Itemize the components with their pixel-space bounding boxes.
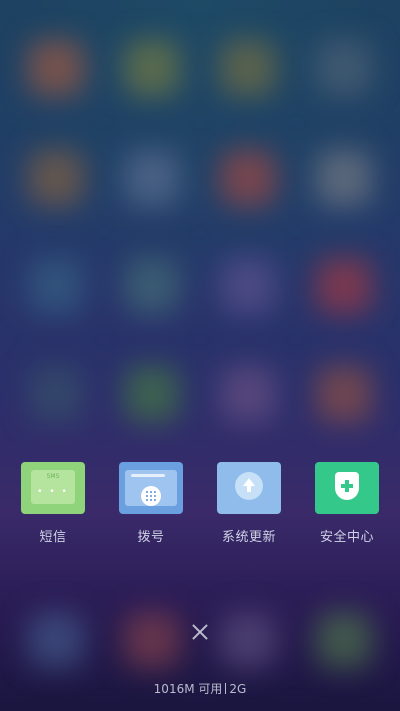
blurred-homescreen [0,0,400,711]
blurred-app-icon [316,258,372,314]
blurred-app-icon [316,366,372,422]
blurred-app-icon [124,366,180,422]
blurred-app-icon [220,150,276,206]
recent-app-label: 拨号 [137,530,165,545]
blurred-app-icon [28,150,84,206]
blurred-dock-icon [28,612,84,668]
blurred-app-icon [316,150,372,206]
recent-app-dialer[interactable]: 拨号 [103,462,199,552]
memory-total: 2G [229,682,247,696]
blurred-app-icon [124,150,180,206]
blurred-app-icon [124,40,180,96]
recent-apps-row: SMS • • • 短信 拨号 系统更新 安全中心 [0,462,400,552]
security-center-icon[interactable] [315,462,379,514]
blurred-app-icon [28,366,84,422]
blurred-app-icon [220,366,276,422]
sms-badge-text: SMS [46,473,60,480]
system-update-icon[interactable] [217,462,281,514]
blurred-app-icon [124,258,180,314]
recent-app-label: 系统更新 [221,530,276,545]
divider [225,683,227,694]
memory-available: 1016M 可用 [153,682,223,696]
sms-icon[interactable]: SMS • • • [21,462,85,514]
blurred-dock-icon [316,612,372,668]
blurred-dock-icon [124,612,180,668]
recent-app-security-center[interactable]: 安全中心 [299,462,395,552]
blurred-app-icon [220,40,276,96]
sms-dots: • • • [37,487,69,497]
memory-status: 1016M 可用 2G [0,680,400,697]
recent-app-label: 安全中心 [319,530,374,545]
blurred-app-icon [316,40,372,96]
recent-app-sms[interactable]: SMS • • • 短信 [5,462,101,552]
close-icon[interactable] [186,618,214,646]
blurred-app-icon [28,40,84,96]
blurred-app-icon [28,258,84,314]
recent-app-system-update[interactable]: 系统更新 [201,462,297,552]
recent-app-label: 短信 [39,530,67,545]
blurred-app-icon [220,258,276,314]
blurred-dock-icon [220,612,276,668]
dialer-icon[interactable] [119,462,183,514]
